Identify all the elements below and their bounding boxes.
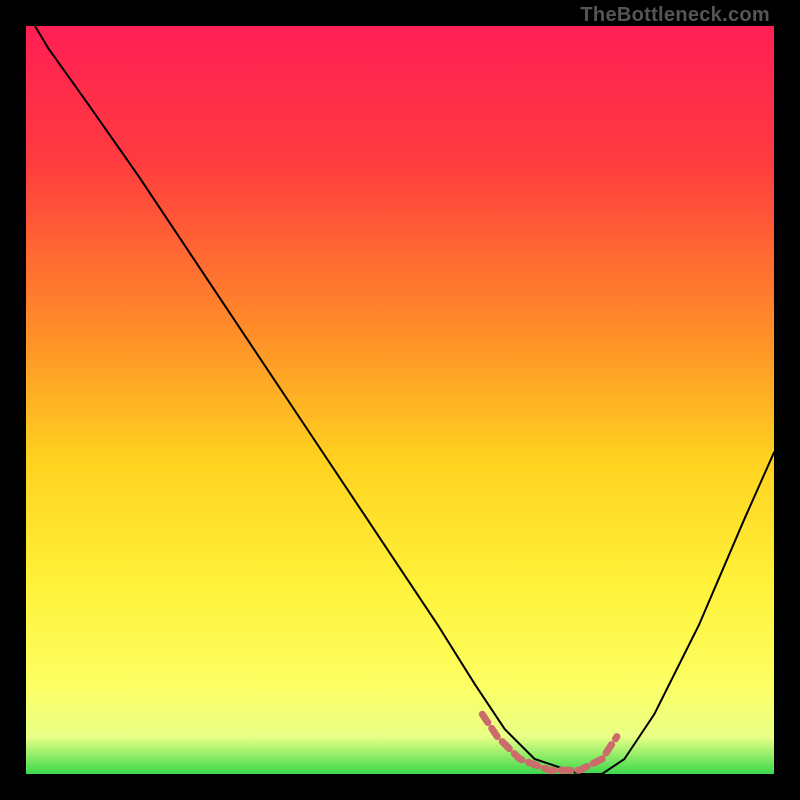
chart-frame: TheBottleneck.com [0, 0, 800, 800]
plot-area [26, 26, 774, 774]
bottleneck-chart [26, 26, 774, 774]
gradient-background [26, 26, 774, 774]
watermark-text: TheBottleneck.com [580, 4, 770, 27]
